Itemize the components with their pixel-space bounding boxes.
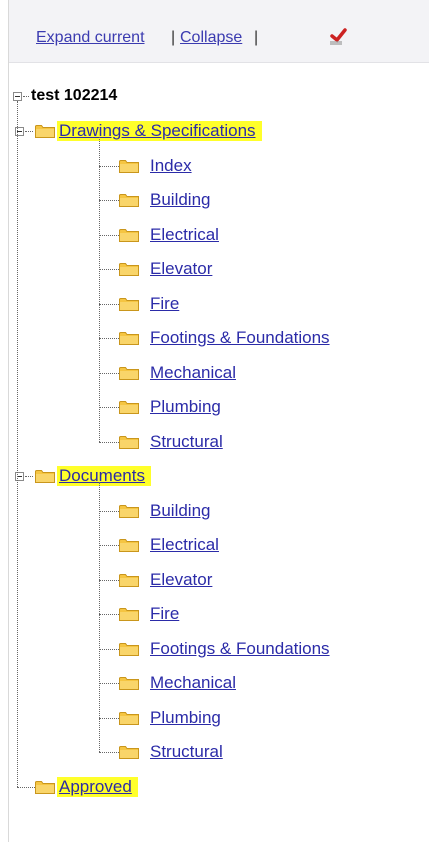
tree-connector (99, 482, 100, 752)
tree-item-0-1[interactable]: Building (150, 190, 211, 210)
tree-item-1-6[interactable]: Plumbing (150, 708, 221, 728)
folder-icon (35, 125, 55, 138)
tree-item-0-0[interactable]: Index (150, 156, 192, 176)
tree-group-0[interactable]: Drawings & Specifications (57, 121, 262, 141)
tree-connector (17, 101, 18, 787)
folder-icon (119, 677, 139, 690)
folder-icon (119, 711, 139, 725)
folder-icon (119, 504, 139, 518)
tree-item-1-4[interactable]: Footings & Foundations (150, 639, 330, 659)
folder-icon (119, 435, 139, 449)
tree-item-1-0[interactable]: Building (150, 501, 211, 521)
folder-icon (119, 642, 139, 656)
tree-connector (99, 338, 119, 339)
folder-icon (119, 608, 139, 621)
tree-item-0-3[interactable]: Elevator (150, 259, 212, 279)
tree-connector (25, 476, 33, 477)
folder-icon (119, 746, 139, 759)
folder-icon (119, 159, 139, 173)
tree-connector (99, 137, 100, 442)
folder-icon (119, 263, 139, 276)
folder-icon (35, 780, 55, 794)
tree-connector (99, 545, 119, 546)
tree-connector (99, 752, 119, 753)
folder-icon (119, 401, 139, 414)
folder-icon (119, 194, 139, 207)
tree-connector (99, 372, 119, 374)
tree-connector (99, 614, 119, 615)
folder-icon (35, 470, 55, 483)
tree-item-0-7[interactable]: Plumbing (150, 397, 221, 417)
tree-connector (99, 683, 119, 684)
tree-connector (99, 165, 119, 167)
folder-icon (119, 539, 139, 552)
tree-item-0-8[interactable]: Structural (150, 432, 223, 452)
folder-icon (119, 297, 139, 311)
tree-group-2[interactable]: Approved (57, 776, 138, 797)
folder-icon (119, 366, 139, 380)
folder-icon (119, 228, 139, 242)
folder-tree: test 102214 Drawings & Specifications Ind… (9, 0, 429, 842)
tree-connector (99, 303, 119, 305)
folder-icon (119, 573, 139, 587)
tree-connector (99, 269, 119, 270)
tree-item-1-1[interactable]: Electrical (150, 535, 219, 555)
folder-icon (119, 332, 139, 345)
tree-connector (99, 648, 119, 650)
tree-connector (99, 234, 119, 236)
tree-root-label: test 102214 (31, 87, 118, 104)
tree-item-0-4[interactable]: Fire (150, 294, 179, 314)
tree-item-0-2[interactable]: Electrical (150, 225, 219, 245)
tree-item-1-3[interactable]: Fire (150, 604, 179, 624)
tree-group-1[interactable]: Documents (57, 466, 151, 486)
tree-item-0-5[interactable]: Footings & Foundations (150, 328, 330, 348)
tree-item-0-6[interactable]: Mechanical (150, 363, 236, 383)
tree-item-1-7[interactable]: Structural (150, 742, 223, 762)
tree-panel: Expand current | Collapse | test 102214 … (8, 0, 429, 842)
tree-connector (99, 407, 119, 408)
tree-connector (25, 131, 33, 132)
tree-connector (99, 200, 119, 201)
tree-connector (99, 717, 119, 719)
tree-connector (99, 579, 119, 581)
root-collapse-toggle[interactable] (13, 92, 22, 101)
tree-connector (99, 441, 119, 443)
tree-connector (99, 510, 119, 512)
tree-item-1-2[interactable]: Elevator (150, 570, 212, 590)
tree-item-1-5[interactable]: Mechanical (150, 673, 236, 693)
